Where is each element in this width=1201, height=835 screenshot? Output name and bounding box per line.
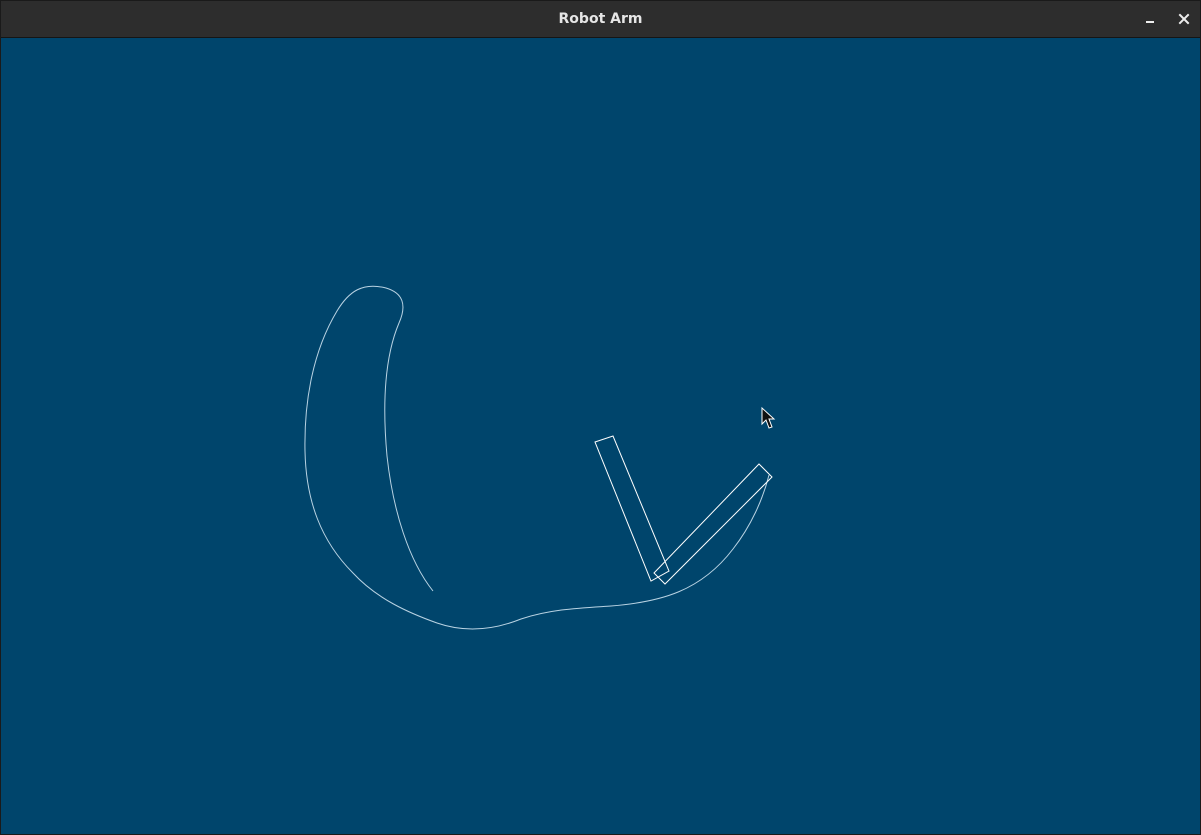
close-button[interactable]	[1172, 7, 1196, 31]
app-window: Robot Arm	[0, 0, 1201, 835]
arm-link-forearm	[653, 463, 773, 585]
mouse-pointer-icon	[761, 406, 776, 429]
minimize-icon	[1146, 21, 1154, 23]
simulation-canvas[interactable]	[1, 38, 1200, 834]
window-title: Robot Arm	[558, 11, 643, 27]
close-icon	[1178, 13, 1190, 25]
arm-link-upper	[594, 435, 670, 582]
trajectory-path	[304, 285, 770, 630]
titlebar[interactable]: Robot Arm	[1, 1, 1200, 38]
scene-svg	[304, 285, 776, 630]
minimize-button[interactable]	[1138, 7, 1162, 31]
